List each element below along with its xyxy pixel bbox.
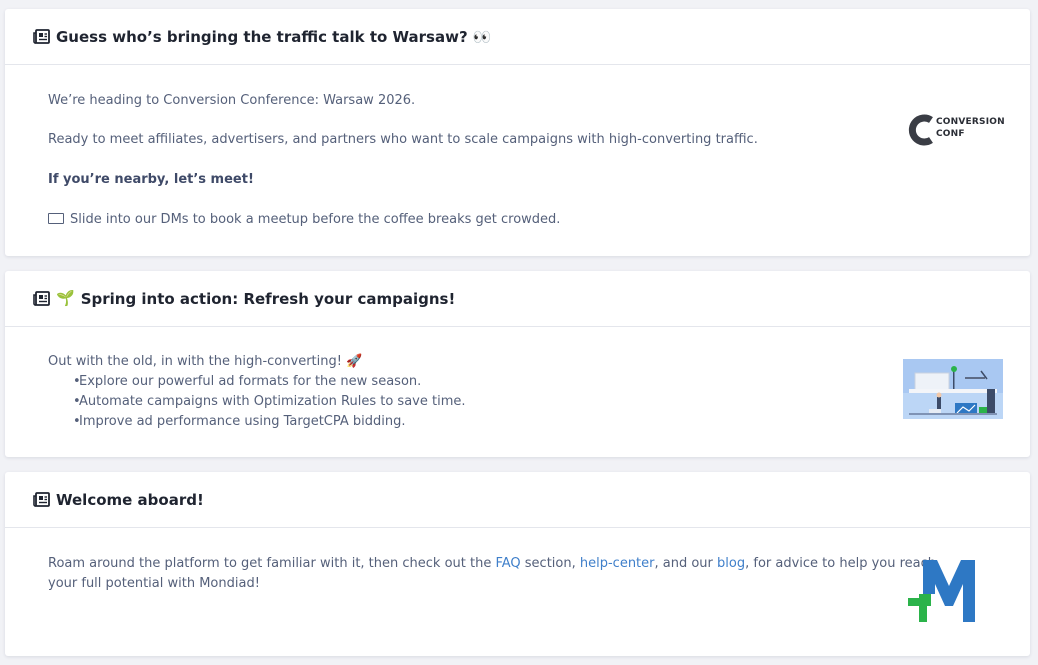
sprout-icon: 🌱 xyxy=(56,289,75,307)
newspaper-icon xyxy=(33,492,50,507)
card-title-text: Spring into action: Refresh your campaig… xyxy=(80,289,456,308)
card-header: Welcome aboard! xyxy=(5,472,1030,528)
rocket-icon: 🚀 xyxy=(346,354,363,369)
card-title-text: Welcome aboard! xyxy=(56,490,204,509)
paragraph-dms: Slide into our DMs to book a meetup befo… xyxy=(48,210,560,230)
newspaper-icon xyxy=(33,29,50,44)
mondiad-logo xyxy=(908,560,975,622)
laptop-icon xyxy=(48,213,64,224)
paragraph-intro: Out with the old, in with the high-conve… xyxy=(48,352,362,372)
conversion-conf-c-icon xyxy=(908,114,933,146)
card-body: Out with the old, in with the high-conve… xyxy=(5,327,1030,456)
faq-link[interactable]: FAQ xyxy=(495,556,520,571)
card-body: We’re heading to Conversion Conference: … xyxy=(5,65,1030,255)
paragraph-welcome: Roam around the platform to get familiar… xyxy=(48,556,937,571)
paragraph-partners: Ready to meet affiliates, advertisers, a… xyxy=(48,132,758,147)
news-card-spring: 🌱 Spring into action: Refresh your campa… xyxy=(5,271,1030,457)
paragraph-welcome-2: your full potential with Mondiad! xyxy=(48,576,260,591)
card-title: Guess who’s bringing the traffic talk to… xyxy=(33,28,492,46)
logo-text-line1: CONVERSION xyxy=(936,117,1005,127)
intro-text: Out with the old, in with the high-conve… xyxy=(48,354,342,369)
news-card-warsaw: Guess who’s bringing the traffic talk to… xyxy=(5,9,1030,256)
paragraph-meet: If you’re nearby, let’s meet! xyxy=(48,172,254,187)
list-item: Automate campaigns with Optimization Rul… xyxy=(48,392,466,412)
dms-text: Slide into our DMs to book a meetup befo… xyxy=(70,212,561,227)
newspaper-icon xyxy=(33,291,50,306)
list-item: Explore our powerful ad formats for the … xyxy=(48,372,466,392)
news-card-welcome: Welcome aboard! Roam around the platform… xyxy=(5,472,1030,656)
card-header: 🌱 Spring into action: Refresh your campa… xyxy=(5,271,1030,327)
conversion-conf-logo: CONVERSION CONF xyxy=(907,113,1007,147)
spring-illustration xyxy=(903,359,1003,419)
card-title-text: Guess who’s bringing the traffic talk to… xyxy=(56,27,492,46)
paragraph-heading: We’re heading to Conversion Conference: … xyxy=(48,93,416,108)
card-title: 🌱 Spring into action: Refresh your campa… xyxy=(33,290,455,308)
card-title: Welcome aboard! xyxy=(33,491,204,509)
blog-link[interactable]: blog xyxy=(717,556,745,571)
feature-list: Explore our powerful ad formats for the … xyxy=(48,372,466,432)
card-body: Roam around the platform to get familiar… xyxy=(5,528,1030,655)
logo-text-line2: CONF xyxy=(936,129,965,139)
card-header: Guess who’s bringing the traffic talk to… xyxy=(5,9,1030,65)
list-item: Improve ad performance using TargetCPA b… xyxy=(48,412,466,432)
help-center-link[interactable]: help-center xyxy=(580,556,655,571)
